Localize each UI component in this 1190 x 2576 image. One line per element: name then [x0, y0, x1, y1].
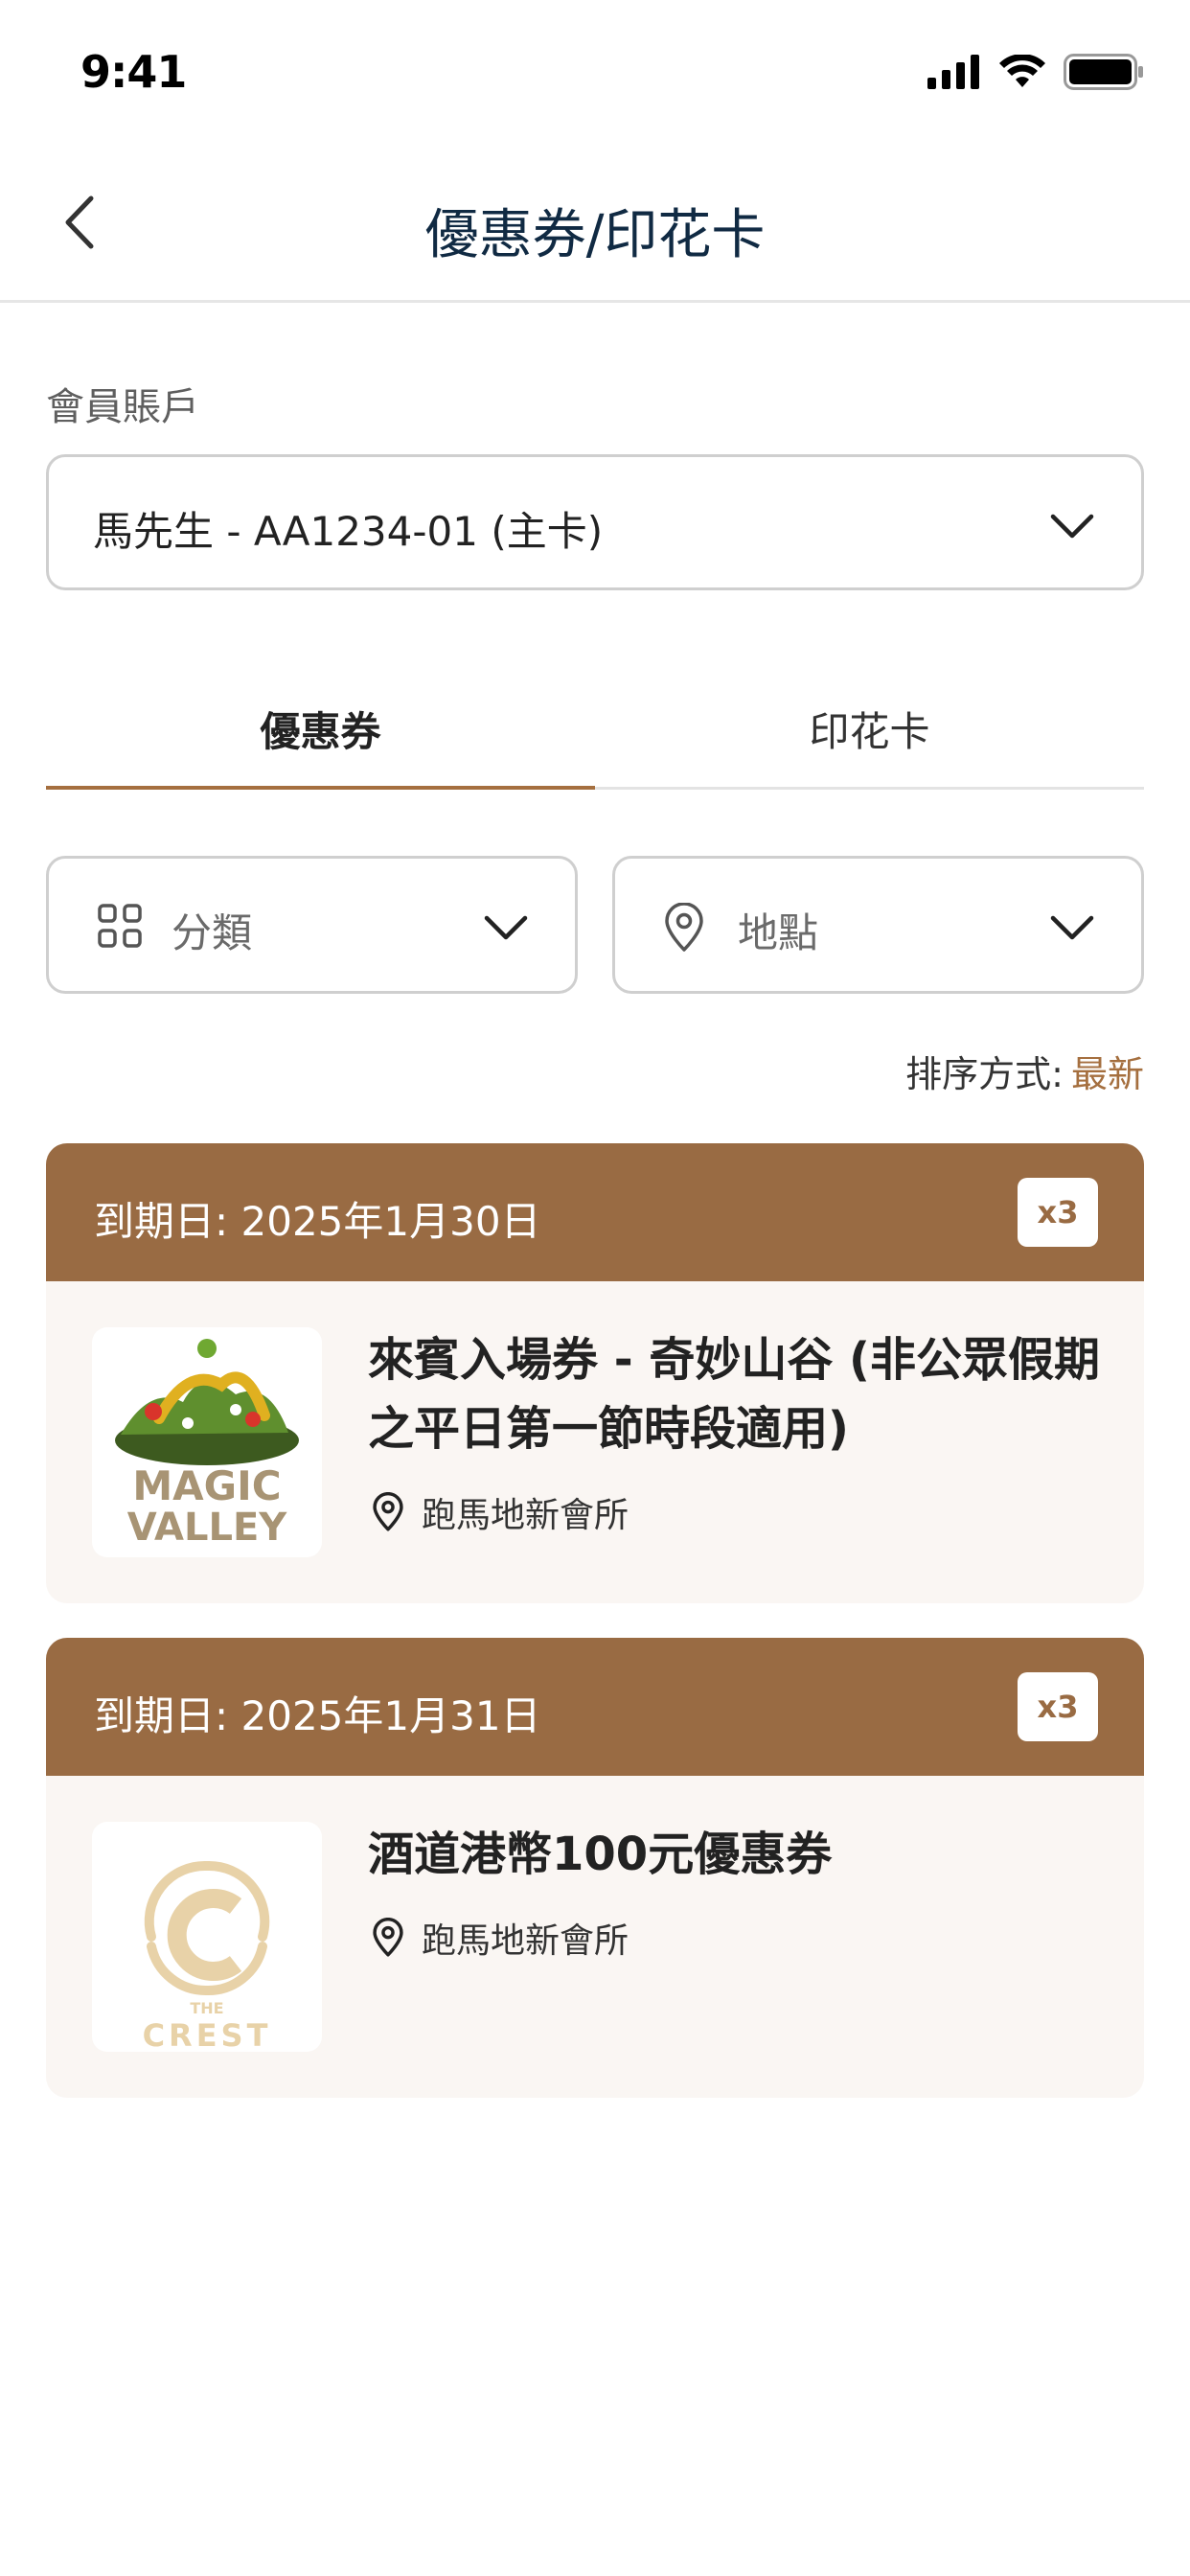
coupon-location: 跑馬地新會所	[372, 1487, 629, 1537]
location-filter-label: 地點	[738, 909, 819, 956]
magic-valley-logo: MAGIC VALLEY	[92, 1327, 322, 1557]
coupon-expiry: 到期日: 2025年1月31日	[94, 1692, 541, 1739]
sort-value[interactable]: 最新	[1071, 1053, 1144, 1095]
coupon-card-header: 到期日: 2025年1月30日 x3	[46, 1143, 1144, 1281]
account-select-value: 馬先生 - AA1234-01 (主卡)	[93, 508, 604, 555]
quantity-badge: x3	[1018, 1672, 1098, 1741]
magic-valley-logo-image: MAGIC VALLEY	[115, 1339, 299, 1550]
location-filter[interactable]: 地點	[612, 856, 1144, 994]
chevron-down-icon	[484, 915, 528, 940]
coupon-title: 酒道港幣100元優惠券	[368, 1828, 833, 1881]
wifi-icon	[999, 55, 1045, 87]
sort-control: 排序方式: 最新	[905, 1045, 1144, 1097]
chevron-down-icon	[1050, 915, 1094, 940]
location-pin-icon	[373, 1918, 403, 1957]
coupon-location-text: 跑馬地新會所	[422, 1921, 629, 1961]
location-pin-icon	[665, 903, 703, 952]
sort-label: 排序方式:	[905, 1053, 1064, 1095]
coupon-expiry: 到期日: 2025年1月30日	[94, 1198, 541, 1245]
logo-text-line-1: MAGIC	[132, 1462, 281, 1509]
coupon-location: 跑馬地新會所	[372, 1913, 629, 1963]
chevron-down-icon	[1050, 514, 1094, 539]
account-label: 會員賬戶	[46, 385, 199, 429]
logo-text-line-2: VALLEY	[127, 1506, 288, 1550]
logo-text-line-2: CREST	[143, 2017, 272, 2052]
category-filter[interactable]: 分類	[46, 856, 578, 994]
grid-icon	[98, 904, 142, 948]
coupon-card-header: 到期日: 2025年1月31日 x3	[46, 1638, 1144, 1776]
logo-text-line-1: THE	[190, 1999, 223, 2017]
battery-icon	[1064, 54, 1143, 90]
the-crest-logo-image: THE CREST	[143, 1860, 272, 2052]
coupon-card-body: MAGIC VALLEY 來賓入場券 - 奇妙山谷 (非公眾假期之平日第一節時段…	[46, 1281, 1144, 1603]
tab-stamp-cards[interactable]: 印花卡	[595, 671, 1144, 787]
coupon-title: 來賓入場券 - 奇妙山谷 (非公眾假期之平日第一節時段適用)	[368, 1333, 1100, 1456]
tab-coupons[interactable]: 優惠券	[46, 671, 595, 790]
the-crest-logo: THE CREST	[92, 1822, 322, 2052]
status-time: 9:41	[80, 46, 187, 98]
quantity-badge: x3	[1018, 1178, 1098, 1247]
status-bar: 9:41	[0, 0, 1190, 144]
cellular-signal-icon	[927, 55, 979, 89]
account-select[interactable]: 馬先生 - AA1234-01 (主卡)	[46, 454, 1144, 590]
coupon-card-body: THE CREST 酒道港幣100元優惠券 跑馬地新會所	[46, 1776, 1144, 2098]
header: 優惠券/印花卡	[0, 144, 1190, 303]
coupon-card[interactable]: 到期日: 2025年1月30日 x3 MAGIC VALLEY 來賓入場券 - …	[46, 1143, 1144, 1603]
status-icons	[927, 54, 1144, 90]
coupon-location-text: 跑馬地新會所	[422, 1496, 629, 1535]
tab-bar: 優惠券 印花卡	[46, 671, 1144, 790]
page-title: 優惠券/印花卡	[424, 204, 766, 266]
category-filter-label: 分類	[172, 909, 253, 956]
coupon-card[interactable]: 到期日: 2025年1月31日 x3 THE CREST 酒道港幣100元優惠券	[46, 1638, 1144, 2098]
location-pin-icon	[373, 1492, 403, 1531]
